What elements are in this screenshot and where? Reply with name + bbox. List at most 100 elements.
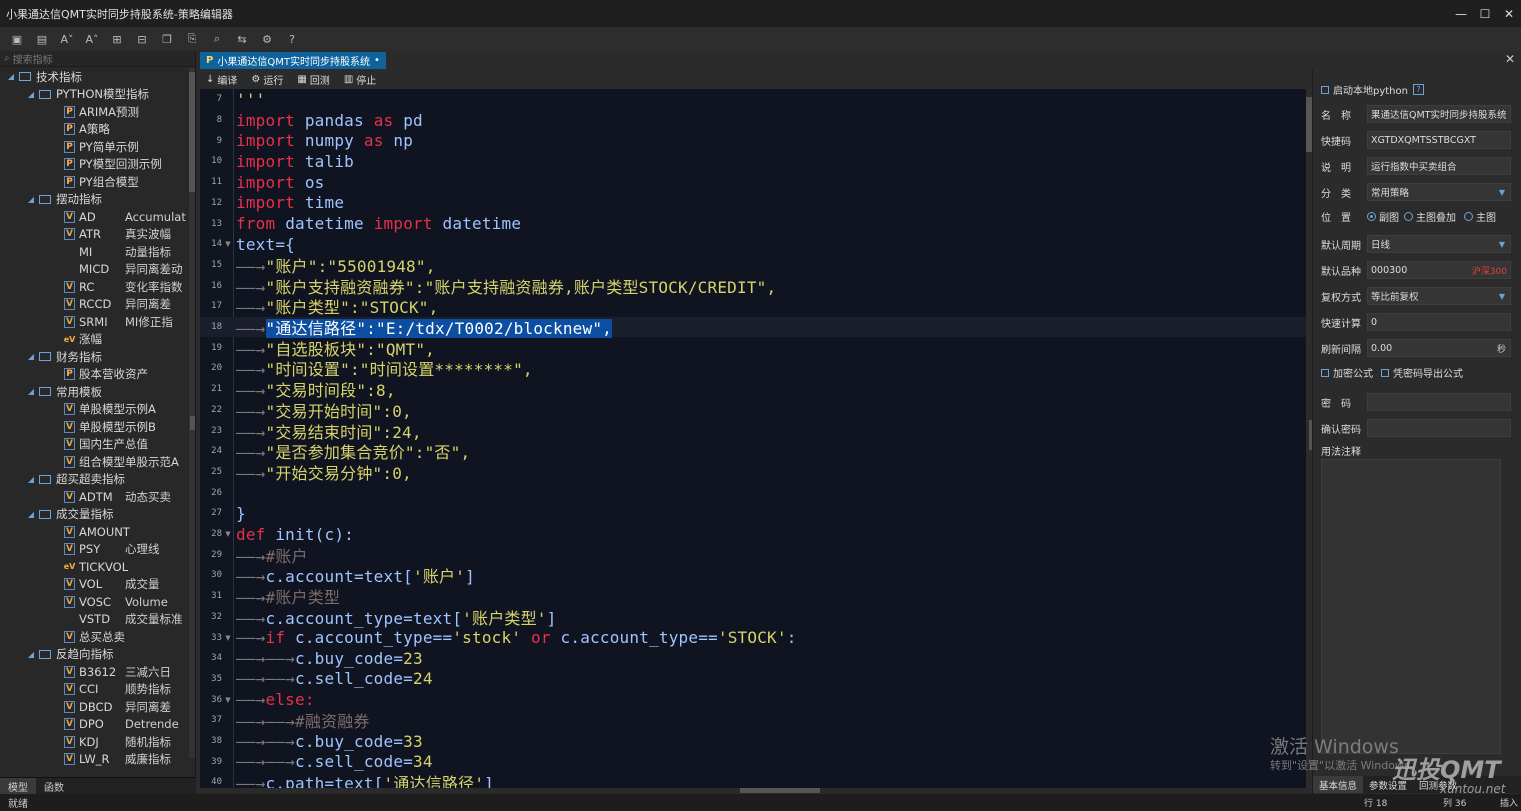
code-line[interactable]: 29 ——→#账户: [200, 544, 1306, 566]
tree-item[interactable]: MI 动量指标: [0, 243, 188, 261]
code-line[interactable]: 17 ——→"账户类型":"STOCK",: [200, 296, 1306, 317]
tree-item[interactable]: V LW_R 威廉指标: [0, 751, 188, 769]
tree-item[interactable]: P 股本营收资产: [0, 366, 188, 384]
code-line[interactable]: 22 ——→"交易开始时间":0,: [200, 400, 1306, 421]
code-line[interactable]: 8 import pandas as pd: [200, 110, 1306, 131]
tree-item[interactable]: V PSY 心理线: [0, 541, 188, 559]
compile-button[interactable]: ↓ 编译: [206, 72, 237, 87]
code-line[interactable]: 21 ——→"交易时间段":8,: [200, 379, 1306, 400]
position-radio-overlay[interactable]: [1404, 212, 1413, 221]
name-field[interactable]: 果通达信QMT实时同步持股系统: [1367, 105, 1511, 123]
chevron-down-icon[interactable]: ◢: [26, 90, 36, 99]
code-line[interactable]: 13 from datetime import datetime: [200, 213, 1306, 234]
variety-field[interactable]: 000300 沪深300: [1367, 261, 1511, 279]
code-line[interactable]: 25 ——→"开始交易分钟":0,: [200, 462, 1306, 483]
period-select[interactable]: 日线 ▼: [1367, 235, 1511, 253]
password-field[interactable]: [1367, 393, 1511, 411]
help-icon[interactable]: ?: [1412, 84, 1424, 95]
code-line[interactable]: 37 ——→——→#融资融券: [200, 710, 1306, 731]
backtest-button[interactable]: ▦ 回测: [297, 72, 329, 87]
category-select[interactable]: 常用策略 ▼: [1367, 183, 1511, 201]
tree-item[interactable]: MICD 异同离差动: [0, 261, 188, 279]
chevron-down-icon[interactable]: ◢: [26, 352, 36, 361]
font-decrease-icon[interactable]: A˅: [58, 30, 76, 48]
stop-button[interactable]: ▥ 停止: [344, 72, 376, 87]
code-line[interactable]: 33 ▼ ——→if c.account_type=='stock' or c.ac…: [200, 627, 1306, 648]
code-line[interactable]: 39 ——→——→c.sell_code=34: [200, 751, 1306, 772]
left-collapse-handle[interactable]: [190, 416, 195, 430]
minimize-button[interactable]: —: [1449, 0, 1473, 27]
code-line[interactable]: 34 ——→——→c.buy_code=23: [200, 648, 1306, 669]
tree-item[interactable]: eV 涨幅: [0, 331, 188, 349]
tree-item[interactable]: V VOSC Volume: [0, 593, 188, 611]
chevron-down-icon[interactable]: ◢: [26, 195, 36, 204]
code-line[interactable]: 15 ——→"账户":"55001948",: [200, 255, 1306, 276]
fold-toggle-icon[interactable]: ▼: [222, 634, 234, 642]
code-line[interactable]: 18 ——→"通达信路径":"E:/tdx/T0002/blocknew",: [200, 316, 1306, 339]
code-line[interactable]: 20 ——→"时间设置":"时间设置********",: [200, 358, 1306, 379]
chevron-down-icon[interactable]: ◢: [26, 475, 36, 484]
tree-item[interactable]: V RCCD 异同离差: [0, 296, 188, 314]
tree-item[interactable]: V ADTM 动态买卖: [0, 488, 188, 506]
save-all-icon[interactable]: ▤: [33, 30, 51, 48]
code-line[interactable]: 30 ——→c.account=text['账户']: [200, 565, 1306, 586]
shortcut-field[interactable]: XGTDXQMTSSTBCGXT: [1367, 131, 1511, 149]
code-line[interactable]: 35 ——→——→c.sell_code=24: [200, 669, 1306, 690]
tab-basic-info[interactable]: 基本信息: [1313, 776, 1364, 793]
font-increase-icon[interactable]: A˄: [83, 30, 101, 48]
description-field[interactable]: 运行指数中买卖组合: [1367, 157, 1511, 175]
chevron-down-icon[interactable]: ◢: [26, 510, 36, 519]
tree-item[interactable]: V B3612 三减六日: [0, 663, 188, 681]
tab-close-icon[interactable]: •: [374, 55, 380, 66]
tree-item[interactable]: V DPO Detrende: [0, 716, 188, 734]
tree-item[interactable]: P PY模型回测示例: [0, 156, 188, 174]
export-icon[interactable]: ⊟: [133, 30, 151, 48]
code-line[interactable]: 32 ——→c.account_type=text['账户类型']: [200, 607, 1306, 628]
export-pwd-checkbox[interactable]: [1381, 368, 1389, 377]
close-all-icon[interactable]: ✕: [1505, 52, 1515, 66]
tree-item[interactable]: V 总买总卖: [0, 628, 188, 646]
code-line[interactable]: 19 ——→"自选股板块":"QMT",: [200, 337, 1306, 359]
copy-icon[interactable]: ❐: [158, 30, 176, 48]
tree-item[interactable]: P PY组合模型: [0, 173, 188, 191]
code-line[interactable]: 26: [200, 482, 1306, 503]
close-button[interactable]: ✕: [1497, 0, 1521, 27]
tree-item[interactable]: V CCI 顺势指标: [0, 681, 188, 699]
tree-group[interactable]: ◢ 财务指标: [0, 348, 188, 366]
chevron-down-icon[interactable]: ◢: [26, 650, 36, 659]
tree-item[interactable]: V ATR 真实波幅: [0, 226, 188, 244]
tree-group[interactable]: ◢ 反趋向指标: [0, 646, 188, 664]
code-line[interactable]: 12 import time: [200, 193, 1306, 214]
code-line[interactable]: 24 ——→"是否参加集合竞价":"否",: [200, 441, 1306, 462]
tab-model[interactable]: 模型: [0, 778, 36, 794]
tree-item[interactable]: V VOL 成交量: [0, 576, 188, 594]
code-line[interactable]: 36 ▼ ——→else:: [200, 689, 1306, 710]
tree-item[interactable]: V AD Accumulat: [0, 208, 188, 226]
code-line[interactable]: 31 ——→#账户类型: [200, 586, 1306, 607]
tree-item[interactable]: eV TICKVOL: [0, 558, 188, 576]
code-line[interactable]: 7 ''': [200, 89, 1306, 110]
tree-item[interactable]: V DBCD 异同离差: [0, 698, 188, 716]
chevron-down-icon[interactable]: ◢: [26, 387, 36, 396]
tree-group[interactable]: ◢ 成交量指标: [0, 506, 188, 524]
find-icon[interactable]: ⌕: [208, 30, 226, 48]
code-line[interactable]: 10 import talib: [200, 151, 1306, 172]
replace-icon[interactable]: ⇆: [233, 30, 251, 48]
code-line[interactable]: 11 import os: [200, 172, 1306, 193]
tree-item[interactable]: V RC 变化率指数: [0, 278, 188, 296]
tab-strategy[interactable]: P 小果通达信QMT实时同步持股系统 •: [200, 51, 386, 69]
tab-functions[interactable]: 函数: [36, 778, 72, 794]
tree-item[interactable]: V AMOUNT: [0, 523, 188, 541]
chevron-down-icon[interactable]: ◢: [6, 72, 16, 81]
code-line[interactable]: 40 ——→c.path=text['通达信路径']: [200, 772, 1306, 788]
indicator-search[interactable]: ⌕ 搜索指标: [0, 51, 195, 67]
code-line[interactable]: 38 ——→——→c.buy_code=33: [200, 731, 1306, 752]
refresh-field[interactable]: 0.00 秒: [1367, 339, 1511, 357]
search-input[interactable]: 搜索指标: [13, 51, 53, 66]
encrypt-checkbox[interactable]: [1321, 368, 1329, 377]
notes-textarea[interactable]: [1321, 459, 1501, 754]
tree-item[interactable]: VSTD 成交量标准: [0, 611, 188, 629]
tree-group[interactable]: ◢ 常用模板: [0, 383, 188, 401]
fold-toggle-icon[interactable]: ▼: [222, 240, 234, 248]
tree-item[interactable]: V 单股模型示例B: [0, 418, 188, 436]
